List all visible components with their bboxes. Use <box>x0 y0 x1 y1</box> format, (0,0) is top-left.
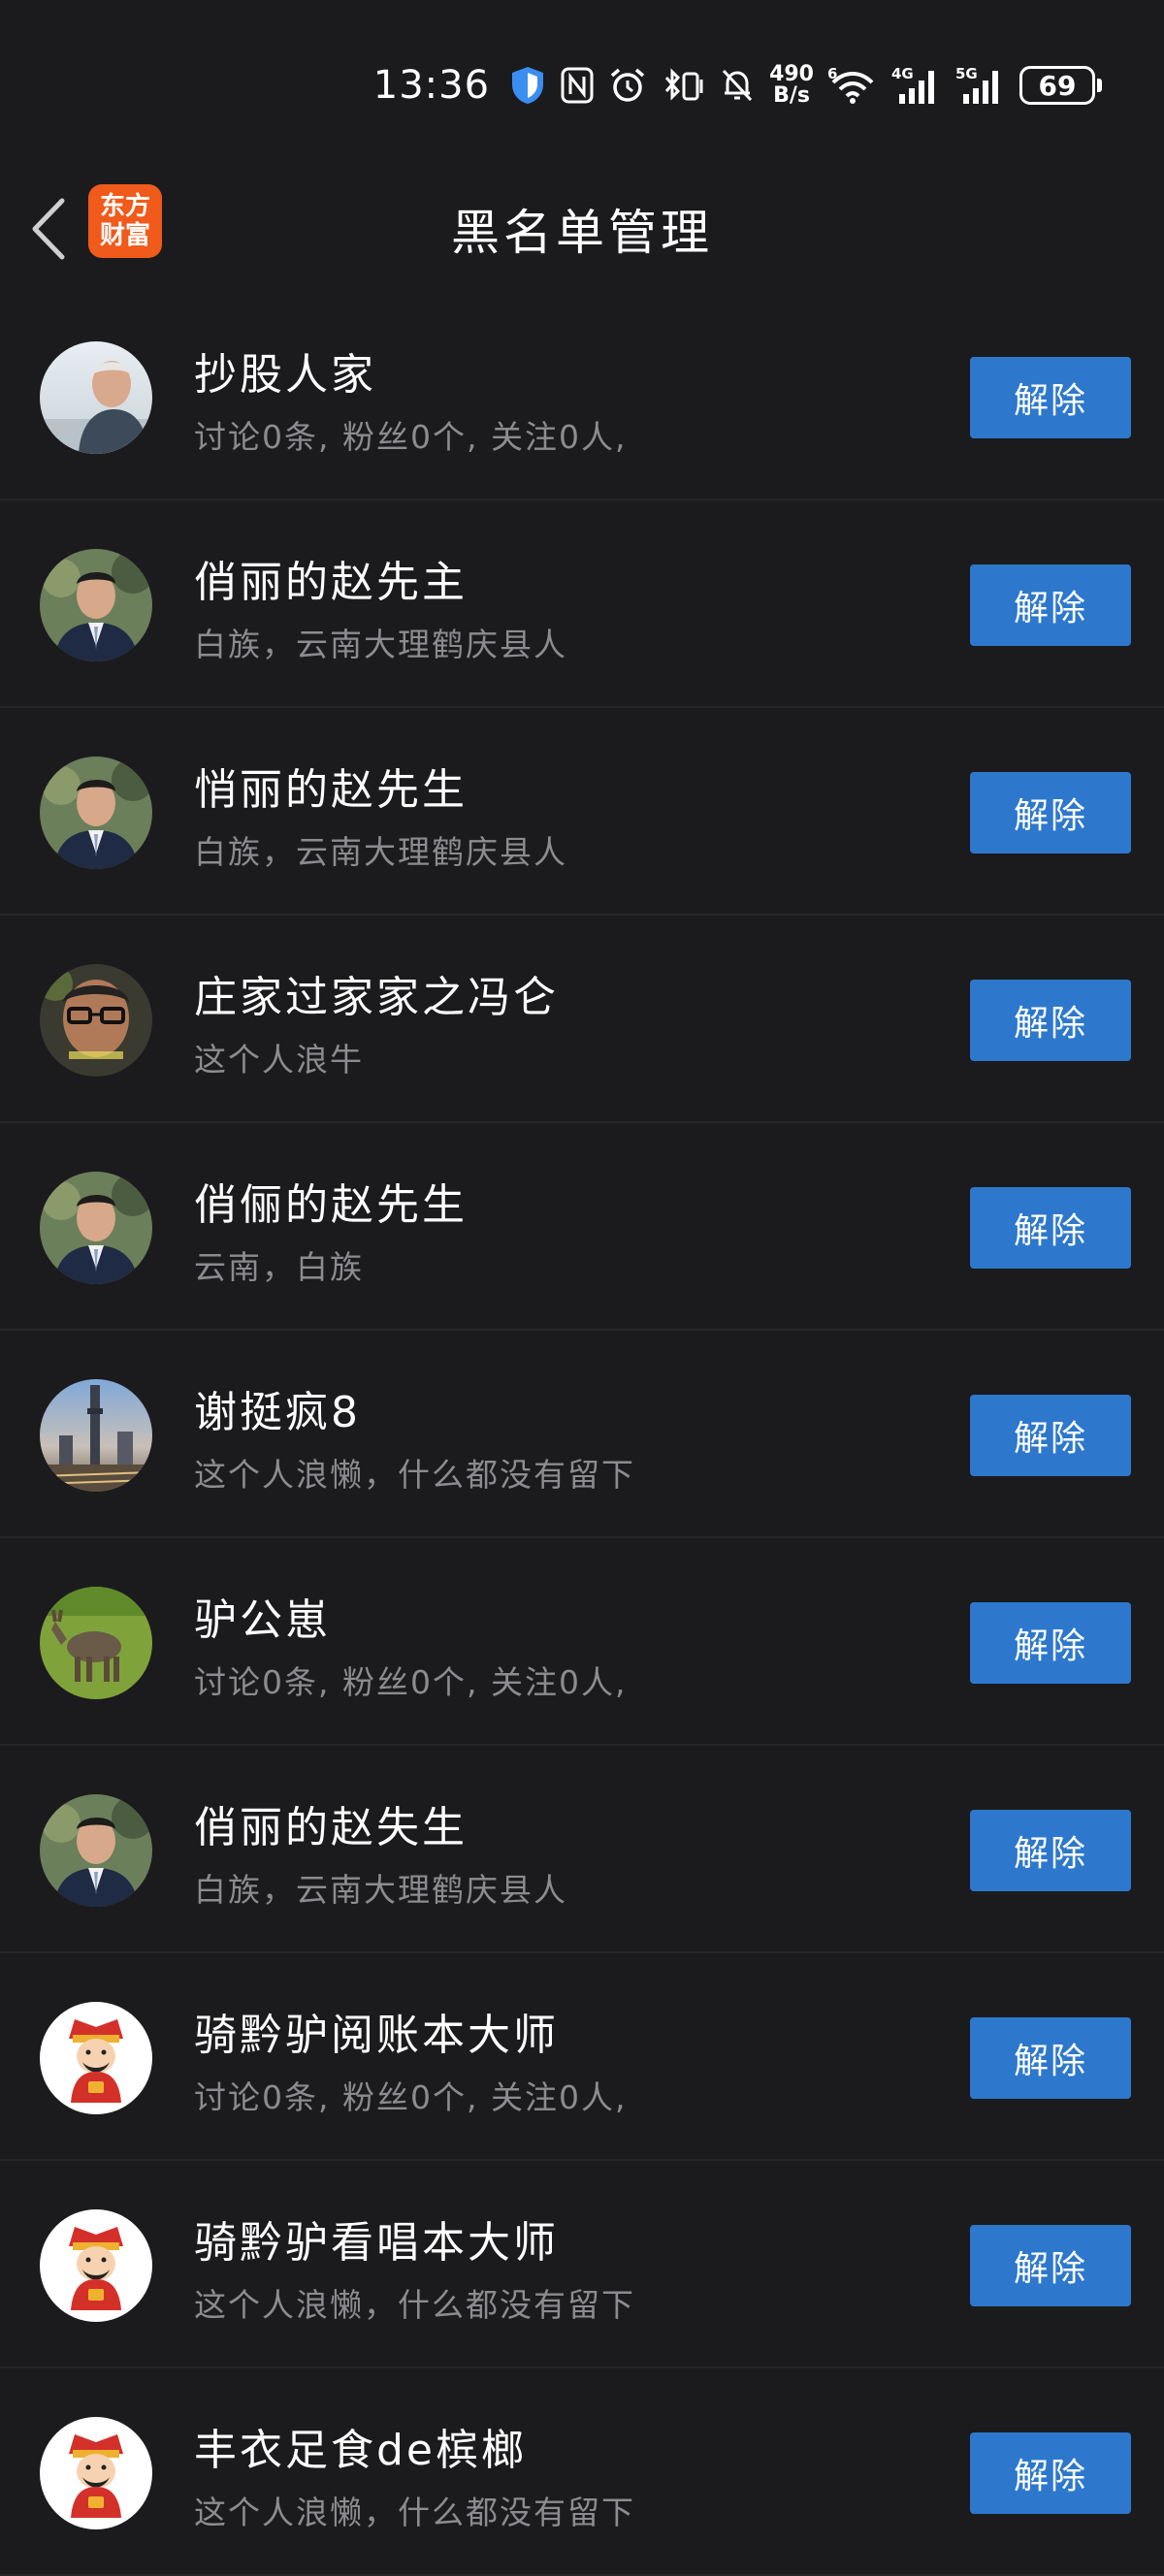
network-speed: 490 B/s <box>769 64 814 107</box>
alarm-icon <box>608 63 647 108</box>
signal-4g-icon: 4G <box>891 63 942 108</box>
blacklist-row[interactable]: 俏丽的赵失生白族，云南大理鹤庆县人 解除 <box>0 1746 1164 1953</box>
user-bio: 云南，白族 <box>194 1248 364 1286</box>
user-name[interactable]: 骑黔驴阅账本大师 <box>194 2000 559 2062</box>
avatar[interactable] <box>40 1172 152 1284</box>
blacklist-row[interactable]: 抄股人家讨论0条, 粉丝0个, 关注0人, 解除 <box>0 293 1164 500</box>
header-bar: 东方 财富 黑名单管理 <box>0 165 1164 293</box>
user-bio: 这个人浪懒，什么都没有留下 <box>194 1456 635 1494</box>
unblock-button[interactable]: 解除 <box>970 980 1131 1061</box>
user-bio: 讨论0条, 粉丝0个, 关注0人, <box>194 2078 628 2116</box>
battery-icon: 69 <box>1019 66 1102 105</box>
avatar[interactable] <box>40 757 152 869</box>
blacklist-row[interactable]: 驴公崽讨论0条, 粉丝0个, 关注0人, 解除 <box>0 1538 1164 1746</box>
sim1-label: 4G <box>891 65 914 82</box>
avatar[interactable] <box>40 341 152 454</box>
user-name[interactable]: 俏丽的赵先主 <box>194 547 468 609</box>
blacklist-row[interactable]: 谢挺疯8 这个人浪懒，什么都没有留下 解除 <box>0 1331 1164 1538</box>
unblock-button[interactable]: 解除 <box>970 357 1131 438</box>
user-name[interactable]: 俏俪的赵先生 <box>194 1170 468 1232</box>
blacklist-row[interactable]: 丰衣足食de槟榔这个人浪懒，什么都没有留下 解除 <box>0 2368 1164 2576</box>
blacklist: 抄股人家讨论0条, 粉丝0个, 关注0人, 解除 俏丽的赵先主白族，云南大理鹤庆县… <box>0 293 1164 2576</box>
bluetooth-vibrate-icon <box>661 63 705 108</box>
network-speed-unit: B/s <box>773 83 810 108</box>
unblock-button[interactable]: 解除 <box>970 2225 1131 2306</box>
user-bio: 白族，云南大理鹤庆县人 <box>194 1871 567 1909</box>
avatar[interactable] <box>40 549 152 661</box>
page-title: 黑名单管理 <box>451 205 713 261</box>
avatar[interactable] <box>40 2002 152 2114</box>
signal-5g-icon: 5G <box>955 63 1006 108</box>
user-bio: 这个人浪懒，什么都没有留下 <box>194 2286 635 2324</box>
shield-icon <box>509 63 546 108</box>
unblock-button[interactable]: 解除 <box>970 1395 1131 1476</box>
blacklist-row[interactable]: 俏俪的赵先生云南，白族 解除 <box>0 1123 1164 1331</box>
user-bio: 白族，云南大理鹤庆县人 <box>194 833 567 871</box>
status-icons: 13:36 490 B/s 6 4G 5G 69 <box>373 56 1102 114</box>
blacklist-row[interactable]: 骑黔驴阅账本大师讨论0条, 粉丝0个, 关注0人, 解除 <box>0 1953 1164 2161</box>
status-time: 13:36 <box>372 63 491 108</box>
avatar[interactable] <box>40 2209 152 2322</box>
unblock-button[interactable]: 解除 <box>970 564 1131 646</box>
user-name[interactable]: 驴公崽 <box>194 1585 331 1647</box>
unblock-button[interactable]: 解除 <box>970 772 1131 853</box>
user-bio: 讨论0条, 粉丝0个, 关注0人, <box>194 1663 628 1701</box>
user-name[interactable]: 丰衣足食de槟榔 <box>194 2415 527 2477</box>
battery-level: 69 <box>1019 66 1095 105</box>
user-bio: 这个人浪懒，什么都没有留下 <box>194 2494 635 2531</box>
user-bio: 这个人浪牛 <box>194 1041 364 1079</box>
unblock-button[interactable]: 解除 <box>970 1810 1131 1891</box>
unblock-button[interactable]: 解除 <box>970 1187 1131 1269</box>
avatar[interactable] <box>40 1794 152 1907</box>
user-name[interactable]: 庄家过家家之冯仑 <box>194 962 559 1024</box>
wifi-icon: 6 <box>827 63 878 108</box>
battery-tip <box>1097 79 1102 92</box>
user-name[interactable]: 谢挺疯8 <box>194 1377 361 1439</box>
user-name[interactable]: 骑黔驴看唱本大师 <box>194 2207 559 2270</box>
blacklist-row[interactable]: 俏丽的赵先主白族，云南大理鹤庆县人 解除 <box>0 500 1164 708</box>
network-speed-value: 490 <box>769 62 814 86</box>
status-bar: 13:36 490 B/s 6 4G 5G 69 <box>0 0 1164 165</box>
avatar[interactable] <box>40 964 152 1077</box>
mute-bell-icon <box>719 63 756 108</box>
user-name[interactable]: 俏丽的赵失生 <box>194 1792 468 1854</box>
avatar[interactable] <box>40 1587 152 1699</box>
unblock-button[interactable]: 解除 <box>970 2017 1131 2099</box>
blacklist-row[interactable]: 骑黔驴看唱本大师这个人浪懒，什么都没有留下 解除 <box>0 2161 1164 2368</box>
user-bio: 讨论0条, 粉丝0个, 关注0人, <box>194 418 628 456</box>
nfc-icon <box>560 63 595 108</box>
unblock-button[interactable]: 解除 <box>970 1602 1131 1684</box>
user-name[interactable]: 抄股人家 <box>194 339 376 402</box>
user-bio: 白族，云南大理鹤庆县人 <box>194 626 567 663</box>
user-name[interactable]: 悄丽的赵先生 <box>194 755 468 817</box>
unblock-button[interactable]: 解除 <box>970 2432 1131 2514</box>
sim2-label: 5G <box>955 65 978 82</box>
blacklist-row[interactable]: 庄家过家家之冯仑这个人浪牛 解除 <box>0 916 1164 1123</box>
avatar[interactable] <box>40 2417 152 2529</box>
blacklist-row[interactable]: 悄丽的赵先生白族，云南大理鹤庆县人 解除 <box>0 708 1164 916</box>
avatar[interactable] <box>40 1379 152 1492</box>
